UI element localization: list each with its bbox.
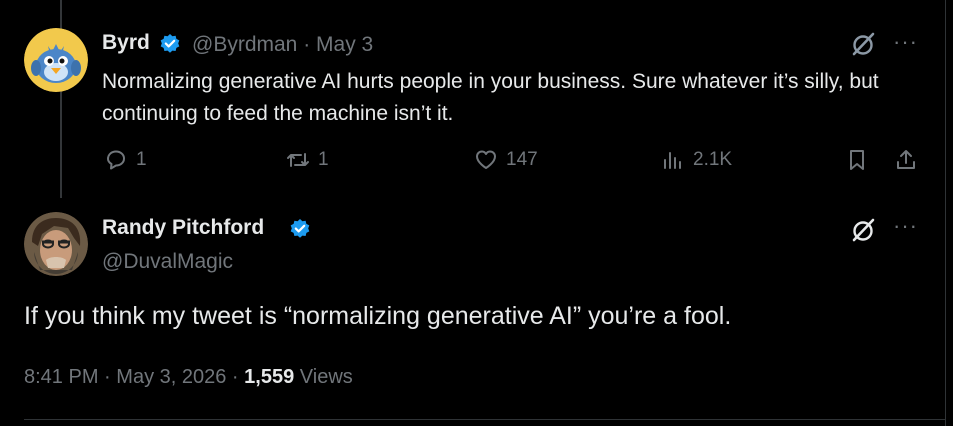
share-icon <box>897 150 915 169</box>
like-icon <box>476 150 496 169</box>
reply-button[interactable]: 1 <box>104 146 147 174</box>
tweet-date[interactable]: May 3 <box>316 33 373 56</box>
bookmark-icon <box>850 150 864 170</box>
more-icon[interactable]: ··· <box>893 31 918 53</box>
tweet-meta: @Byrdman · May 3 <box>192 33 373 57</box>
reply-count: 1 <box>136 149 147 170</box>
like-count: 147 <box>506 149 538 170</box>
views-button[interactable]: 2.1K <box>661 146 732 174</box>
tweet-text: If you think my tweet is “normalizing ge… <box>24 302 732 330</box>
avatar-byrd[interactable] <box>24 28 88 92</box>
author-name[interactable]: Randy Pitchford <box>102 216 264 240</box>
views-count: 2.1K <box>693 149 733 170</box>
meta-separator: · <box>303 33 311 56</box>
handle[interactable]: @Byrdman <box>192 33 297 56</box>
meta-separator: · <box>104 366 111 388</box>
column-border <box>945 0 946 426</box>
retweet-button[interactable]: 1 <box>286 146 329 174</box>
meta-separator: · <box>231 366 239 388</box>
tweet-timestamp: 8:41 PM · May 3, 2026 · 1,559 Views <box>24 366 353 389</box>
bookmark-button[interactable] <box>845 146 869 174</box>
grok-icon[interactable] <box>850 30 878 58</box>
tweet-date[interactable]: May 3, 2026 <box>116 366 226 388</box>
like-button[interactable]: 147 <box>474 146 538 174</box>
retweet-count: 1 <box>318 149 329 170</box>
author-name[interactable]: Byrd <box>102 31 150 55</box>
tweet-text: Normalizing generative AI hurts people i… <box>102 70 879 125</box>
views-label: Views <box>299 366 353 388</box>
divider <box>24 419 945 420</box>
verified-badge-icon <box>160 34 180 53</box>
verified-badge-icon <box>290 219 310 238</box>
retweet-icon <box>287 153 309 167</box>
grok-icon[interactable] <box>850 216 878 244</box>
avatar-randy[interactable] <box>24 212 88 276</box>
tweet-time[interactable]: 8:41 PM <box>24 366 98 388</box>
share-button[interactable] <box>894 146 918 174</box>
more-icon[interactable]: ··· <box>893 215 918 237</box>
views-icon <box>664 152 681 169</box>
reply-icon <box>107 150 125 170</box>
handle[interactable]: @DuvalMagic <box>102 250 233 274</box>
views-count[interactable]: 1,559 <box>244 366 294 388</box>
